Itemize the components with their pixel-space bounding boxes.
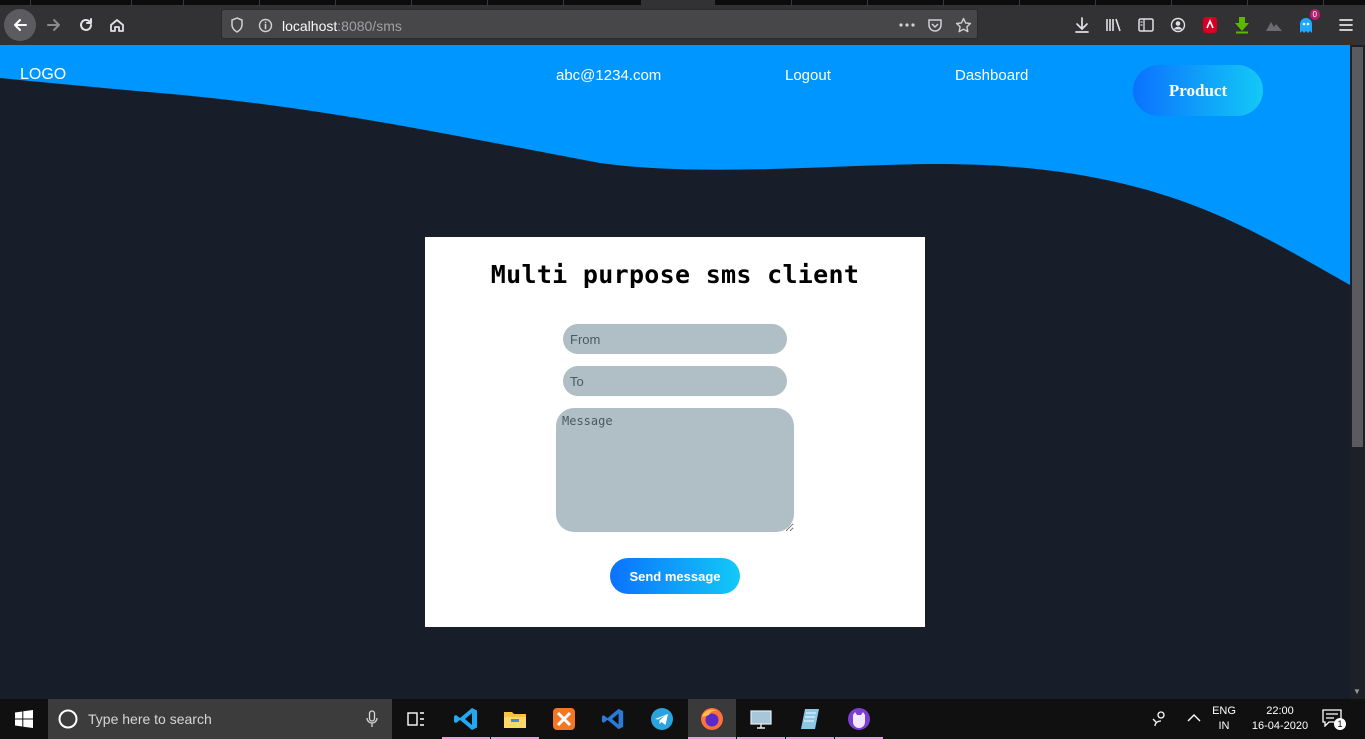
taskbar-app-vscode-alt[interactable]: [589, 699, 637, 739]
downloads-icon[interactable]: [1068, 11, 1096, 39]
cat-app-icon: [848, 708, 870, 730]
page: LOGO abc@1234.com Logout Dashboard Produ…: [0, 45, 1350, 699]
task-view-button[interactable]: [392, 699, 440, 739]
taskbar-app-telegram[interactable]: [638, 699, 686, 739]
clock[interactable]: 22:00 16-04-2020: [1248, 704, 1312, 734]
folder-icon: [504, 712, 526, 728]
taskbar-app-cat[interactable]: [835, 699, 883, 739]
library-icon[interactable]: [1100, 11, 1128, 39]
message-textarea[interactable]: [556, 408, 794, 532]
account-icon[interactable]: [1164, 11, 1192, 39]
scrollbar-thumb[interactable]: [1352, 47, 1363, 447]
taskbar-app-file-explorer[interactable]: [491, 699, 539, 739]
taskbar: Type here to search ENG IN 22:00 16-04-2…: [0, 699, 1365, 739]
vscode-icon: [454, 708, 477, 730]
url-text: localhost:8080/sms: [282, 18, 402, 34]
monitor-app-icon: [750, 710, 772, 729]
user-email: abc@1234.com: [556, 67, 662, 84]
people-icon[interactable]: [1150, 710, 1168, 728]
taskbar-app-vscode[interactable]: [442, 699, 490, 739]
arrow-left-icon: [14, 19, 27, 31]
arrow-right-icon: [47, 19, 60, 31]
taskbar-search[interactable]: Type here to search: [48, 699, 392, 739]
xampp-icon: [553, 708, 575, 730]
sidebar-icon[interactable]: [1132, 11, 1160, 39]
start-button[interactable]: [0, 699, 48, 739]
bookmark-star-icon[interactable]: [954, 16, 972, 34]
to-input[interactable]: [563, 366, 787, 396]
taskbar-app-screen-tool[interactable]: [737, 699, 785, 739]
send-message-button[interactable]: Send message: [610, 558, 740, 594]
download-extension-icon[interactable]: [1228, 11, 1256, 39]
taskbar-app-firefox[interactable]: [688, 699, 736, 739]
telegram-icon: [651, 708, 673, 730]
logo[interactable]: LOGO: [20, 66, 66, 84]
vscode-alt-icon: [601, 708, 624, 730]
firefox-icon: [701, 708, 723, 730]
notification-count: 1: [1334, 718, 1346, 730]
url-bar[interactable]: localhost:8080/sms: [221, 9, 978, 39]
chevron-up-icon[interactable]: [1187, 713, 1201, 723]
product-button[interactable]: Product: [1133, 65, 1263, 116]
forward-button[interactable]: [38, 9, 70, 41]
taskbar-app-xampp[interactable]: [540, 699, 588, 739]
info-icon[interactable]: [256, 16, 274, 34]
blocker-extension-icon[interactable]: [1196, 11, 1224, 39]
dashboard-link[interactable]: Dashboard: [955, 67, 1028, 84]
cortana-circle-icon: [58, 709, 78, 729]
notebook-icon: [801, 709, 819, 729]
mountain-extension-icon[interactable]: [1260, 11, 1288, 39]
pocket-icon[interactable]: [926, 16, 944, 34]
logout-link[interactable]: Logout: [785, 67, 831, 84]
reload-icon: [80, 18, 92, 31]
reload-button[interactable]: [70, 9, 102, 41]
home-icon: [110, 19, 124, 32]
sms-form-card: Multi purpose sms client Send message: [425, 237, 925, 627]
hamburger-menu-icon[interactable]: [1332, 11, 1360, 39]
language-indicator[interactable]: ENG IN: [1208, 704, 1240, 734]
ghost-extension-icon[interactable]: 0: [1292, 9, 1320, 39]
scroll-down-icon[interactable]: ▼: [1353, 687, 1361, 696]
clock-date: 16-04-2020: [1251, 720, 1309, 732]
search-placeholder: Type here to search: [88, 711, 212, 727]
home-button[interactable]: [101, 9, 133, 41]
action-center-button[interactable]: 1: [1322, 709, 1346, 730]
page-actions-icon[interactable]: [898, 16, 916, 34]
browser-toolbar: localhost:8080/sms 0: [0, 5, 1365, 45]
form-title: Multi purpose sms client: [490, 260, 860, 289]
page-scrollbar[interactable]: ▼: [1350, 45, 1365, 699]
task-view-icon: [407, 712, 424, 726]
from-input[interactable]: [563, 324, 787, 354]
microphone-icon[interactable]: [366, 710, 378, 728]
taskbar-app-notes[interactable]: [786, 699, 834, 739]
back-button[interactable]: [4, 9, 36, 41]
windows-logo-icon: [15, 710, 33, 728]
shield-icon[interactable]: [228, 16, 246, 34]
clock-time: 22:00: [1266, 705, 1294, 717]
extension-badge: 0: [1309, 9, 1320, 20]
